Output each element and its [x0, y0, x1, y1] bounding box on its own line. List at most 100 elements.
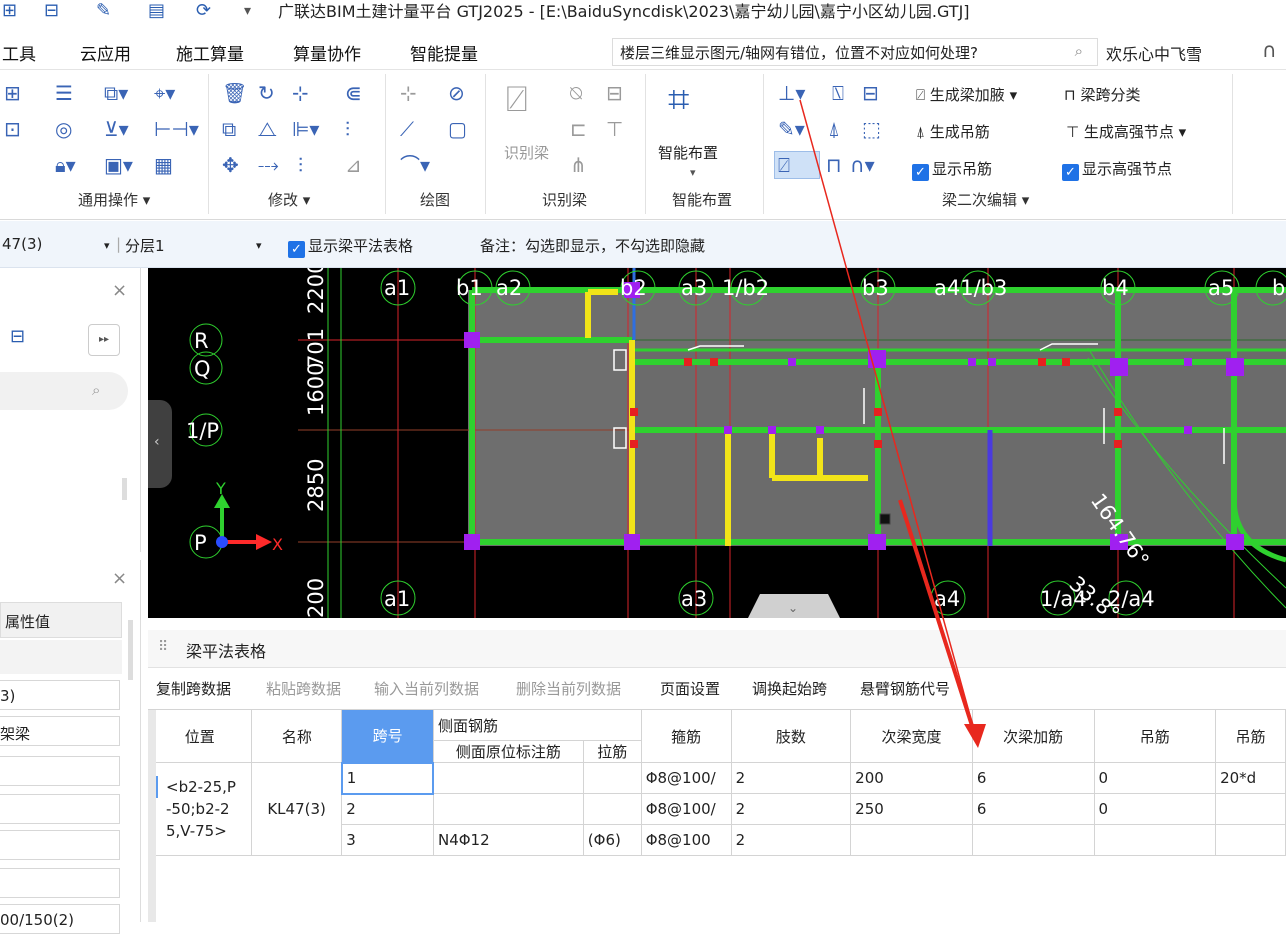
split-icon[interactable]: ⫶: [345, 118, 350, 140]
tie-cell[interactable]: (Φ6): [582, 824, 642, 856]
menu-construction[interactable]: 施工算量: [176, 40, 244, 65]
span-cell-selected[interactable]: 1: [340, 761, 435, 795]
side-mark-cell[interactable]: N4Φ12: [432, 824, 584, 856]
prop-value[interactable]: 3): [0, 680, 120, 710]
tie-cell[interactable]: [582, 793, 642, 825]
circle-point-icon[interactable]: ⊘: [448, 82, 465, 104]
prop-value[interactable]: 架梁: [0, 716, 120, 746]
col-header[interactable]: 肢数: [730, 709, 852, 763]
col-header[interactable]: 侧面钢筋: [432, 709, 642, 741]
user-name[interactable]: 欢乐心中飞雪: [1106, 41, 1202, 65]
headset-icon[interactable]: ∩: [1262, 38, 1277, 62]
span-cell[interactable]: 2: [341, 793, 434, 825]
side-mark-cell[interactable]: [432, 762, 584, 794]
cad-drawing[interactable]: a1 b1 a2 b2 a3 1/b2 b3 a41/b3 b4 a5 b a1…: [148, 268, 1286, 618]
move-icon[interactable]: ✥: [222, 154, 239, 176]
mirror-icon[interactable]: ⧍: [258, 118, 277, 140]
prop-value[interactable]: [0, 830, 120, 860]
beam-name-cell[interactable]: KL47(3): [251, 762, 343, 856]
measure-icon[interactable]: ⊢⊣▾: [154, 118, 199, 140]
lock-icon[interactable]: 🔒︎▾: [55, 154, 76, 176]
tie-cell[interactable]: [582, 762, 642, 794]
side-mark-cell[interactable]: [432, 793, 584, 825]
show-strong-node-checkbox[interactable]: ✓ 显示高强节点: [1062, 158, 1172, 181]
col-header[interactable]: 名称: [251, 709, 343, 763]
smart-layout-icon[interactable]: ⌗: [668, 78, 689, 120]
identify-beam-button[interactable]: 识别梁: [504, 142, 549, 163]
pick-icon[interactable]: ⌖▾: [154, 82, 175, 104]
col-header[interactable]: 拉筋: [582, 740, 642, 763]
dropdown-icon[interactable]: ▾: [244, 3, 251, 19]
element-select[interactable]: 47(3): [2, 235, 42, 253]
col-header[interactable]: 位置: [148, 709, 253, 763]
grid-select-icon[interactable]: ⊞: [4, 82, 21, 104]
hanger-cell[interactable]: 0: [1093, 762, 1217, 794]
group-identify[interactable]: 识别梁: [542, 189, 587, 210]
col-header[interactable]: 吊筋: [1215, 709, 1286, 763]
legs-cell[interactable]: 2: [730, 824, 852, 856]
hanger2-cell[interactable]: 20*d: [1215, 762, 1286, 794]
legs-cell[interactable]: 2: [730, 762, 852, 794]
grid-icon[interactable]: ⊟: [44, 0, 59, 21]
new-element-icon[interactable]: ⊟: [10, 326, 40, 356]
sync-icon[interactable]: ⟳: [196, 0, 211, 21]
search-icon[interactable]: ⌕: [92, 381, 100, 399]
element-dropdown-icon[interactable]: ▾: [104, 239, 110, 252]
menu-tools[interactable]: 工具: [2, 40, 36, 65]
arc-icon[interactable]: ⌒▾: [400, 154, 430, 176]
scrollbar[interactable]: [128, 620, 133, 680]
save-icon[interactable]: ⊞: [2, 0, 17, 21]
cantilever-code-button[interactable]: 悬臂钢筋代号: [860, 678, 950, 699]
group-draw[interactable]: 绘图: [420, 189, 450, 210]
beam-arc-icon[interactable]: ∩▾: [850, 154, 875, 176]
beam-list-icon[interactable]: ⊟: [862, 82, 879, 104]
show-hanger-checkbox[interactable]: ✓ 显示吊筋: [912, 158, 992, 181]
more-icon[interactable]: ▸▸: [88, 324, 120, 356]
sec-add-cell[interactable]: [971, 824, 1095, 856]
layer-select[interactable]: 分层1: [125, 235, 165, 256]
menu-collab[interactable]: 算量协作: [293, 40, 361, 65]
span-cell[interactable]: 3: [341, 824, 434, 856]
view-icon[interactable]: ◎: [55, 118, 72, 140]
drawing-canvas[interactable]: a1 b1 a2 b2 a3 1/b2 b3 a41/b3 b4 a5 b a1…: [148, 268, 1286, 618]
point-icon[interactable]: ⊹: [400, 82, 417, 104]
close-icon[interactable]: ×: [112, 280, 127, 301]
group-modify[interactable]: 修改 ▾: [268, 189, 310, 210]
col-header[interactable]: 次梁宽度: [850, 709, 973, 763]
element-search-input[interactable]: ⌕: [0, 372, 128, 410]
show-table-checkbox[interactable]: ✓ 显示梁平法表格: [288, 235, 413, 258]
stirrup-cell[interactable]: Φ8@100: [640, 824, 732, 856]
gen-haunch-button[interactable]: ⍁ 生成梁加腋 ▾: [916, 84, 1017, 105]
line-icon[interactable]: ⟋: [400, 118, 414, 140]
pen-icon[interactable]: ✎: [96, 0, 111, 21]
prop-value[interactable]: 00/150(2): [0, 904, 120, 934]
edit-list-icon[interactable]: ☰: [55, 82, 73, 104]
beam-pen-icon[interactable]: ✎▾: [778, 118, 805, 140]
position-cell[interactable]: 1 2 3 <b2-25,P -50;b2-2 5,V-75>: [148, 762, 253, 856]
layer-dropdown-icon[interactable]: ▾: [256, 239, 262, 252]
col-header[interactable]: 侧面原位标注筋: [432, 740, 584, 763]
stirrup-cell[interactable]: Φ8@100/: [640, 762, 732, 794]
filter-icon[interactable]: ⊻▾: [104, 118, 129, 140]
scrollbar[interactable]: [148, 710, 156, 922]
hanger2-cell[interactable]: [1215, 793, 1286, 825]
scrollbar[interactable]: [122, 478, 127, 500]
break-icon[interactable]: ⤏: [258, 154, 279, 176]
hanger-cell[interactable]: 0: [1093, 793, 1217, 825]
group-beam-edit[interactable]: 梁二次编辑 ▾: [942, 189, 1029, 210]
rotate-icon[interactable]: ↻: [258, 82, 275, 104]
copy-element-icon[interactable]: ⧉: [222, 118, 236, 140]
sec-add-cell[interactable]: 6: [971, 793, 1095, 825]
beam-ident-icon[interactable]: ⍁: [778, 154, 790, 176]
swap-start-span-button[interactable]: 调换起始跨: [752, 678, 827, 699]
beam-hang-icon[interactable]: ⊓: [826, 154, 842, 176]
hanger-cell[interactable]: [1093, 824, 1217, 856]
delete-icon[interactable]: 🗑︎: [222, 82, 247, 104]
layer-icon[interactable]: ▣▾: [104, 154, 133, 176]
group-smart[interactable]: 智能布置: [672, 189, 732, 210]
beam-fix-icon[interactable]: ⍋: [828, 118, 840, 140]
prop-value[interactable]: [0, 756, 120, 786]
sec-width-cell[interactable]: 200: [850, 762, 973, 794]
prop-value[interactable]: [0, 868, 120, 898]
sec-width-cell[interactable]: 250: [850, 793, 973, 825]
